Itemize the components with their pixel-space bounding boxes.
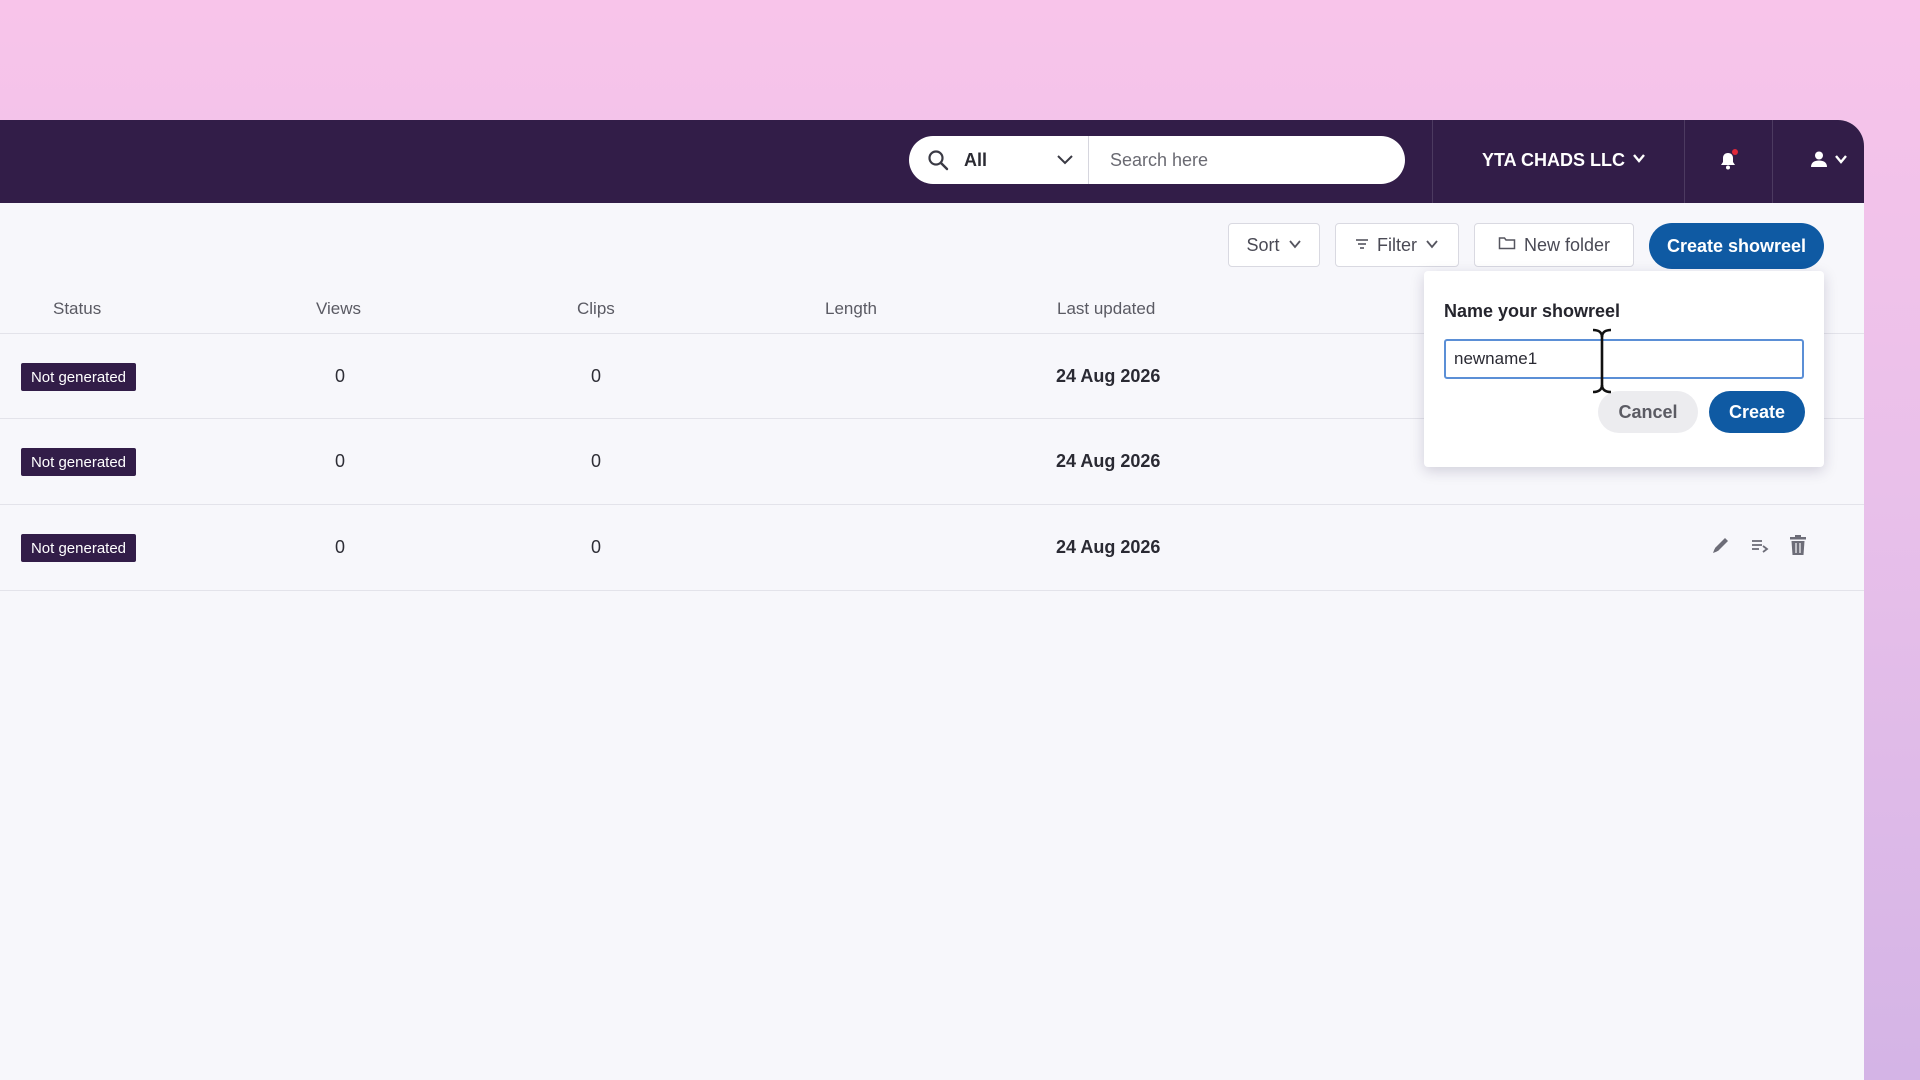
app-window: All Search here YTA CHADS LLC Sort Filte… [0,120,1864,1080]
last-updated-cell: 24 Aug 2026 [1056,451,1161,471]
nav-divider [1772,120,1773,203]
column-header-status[interactable]: Status [53,299,101,319]
column-header-clips[interactable]: Clips [577,299,615,319]
search-icon [926,148,950,177]
status-badge: Not generated [21,534,136,562]
filter-button[interactable]: Filter [1335,223,1459,267]
user-menu[interactable] [1810,150,1848,173]
move-list-icon[interactable] [1750,535,1770,560]
chevron-down-icon [1631,150,1647,171]
search-bar: All Search here [909,136,1405,184]
status-badge: Not generated [21,363,136,391]
nav-divider [1684,120,1685,203]
filter-icon [1355,235,1369,256]
chevron-down-icon [1288,235,1302,256]
status-badge: Not generated [21,448,136,476]
views-cell: 0 [335,451,346,471]
chevron-down-icon [1425,235,1439,256]
sort-label: Sort [1246,234,1280,255]
chevron-down-icon [1055,149,1075,174]
top-nav-bar: All Search here YTA CHADS LLC [0,120,1864,203]
table-row[interactable]: Not generated 0 0 24 Aug 2026 [0,505,1864,589]
column-header-views[interactable]: Views [316,299,361,319]
column-header-length[interactable]: Length [825,299,877,319]
search-scope-label: All [964,150,988,170]
org-switcher[interactable]: YTA CHADS LLC [1482,150,1647,171]
views-cell: 0 [335,537,346,557]
trash-icon[interactable] [1788,534,1808,561]
org-name: YTA CHADS LLC [1482,150,1625,170]
last-updated-cell: 24 Aug 2026 [1056,537,1161,557]
row-divider [0,590,1864,591]
create-button[interactable]: Create [1709,391,1805,433]
pencil-icon[interactable] [1710,534,1732,561]
showreel-name-input[interactable] [1444,339,1804,379]
clips-cell: 0 [591,451,602,471]
popover-title: Name your showreel [1444,301,1621,321]
create-showreel-button[interactable]: Create showreel [1649,223,1824,269]
row-actions [1710,534,1808,561]
text-cursor-icon [1590,327,1614,400]
sort-button[interactable]: Sort [1228,223,1320,267]
filter-label: Filter [1377,234,1417,255]
last-updated-cell: 24 Aug 2026 [1056,366,1161,386]
column-header-last-updated[interactable]: Last updated [1057,299,1155,319]
chevron-down-icon [1834,152,1848,171]
clips-cell: 0 [591,366,602,386]
nav-divider [1432,120,1433,203]
clips-cell: 0 [591,537,602,557]
user-icon [1810,150,1828,173]
create-showreel-popover: Name your showreel Cancel Create [1424,271,1824,467]
search-input[interactable]: Search here [1110,150,1208,171]
search-scope-select[interactable]: All [909,136,1089,184]
new-folder-button[interactable]: New folder [1474,223,1634,267]
views-cell: 0 [335,366,346,386]
folder-icon [1498,235,1516,256]
bell-icon[interactable] [1716,148,1740,177]
new-folder-label: New folder [1523,234,1611,255]
